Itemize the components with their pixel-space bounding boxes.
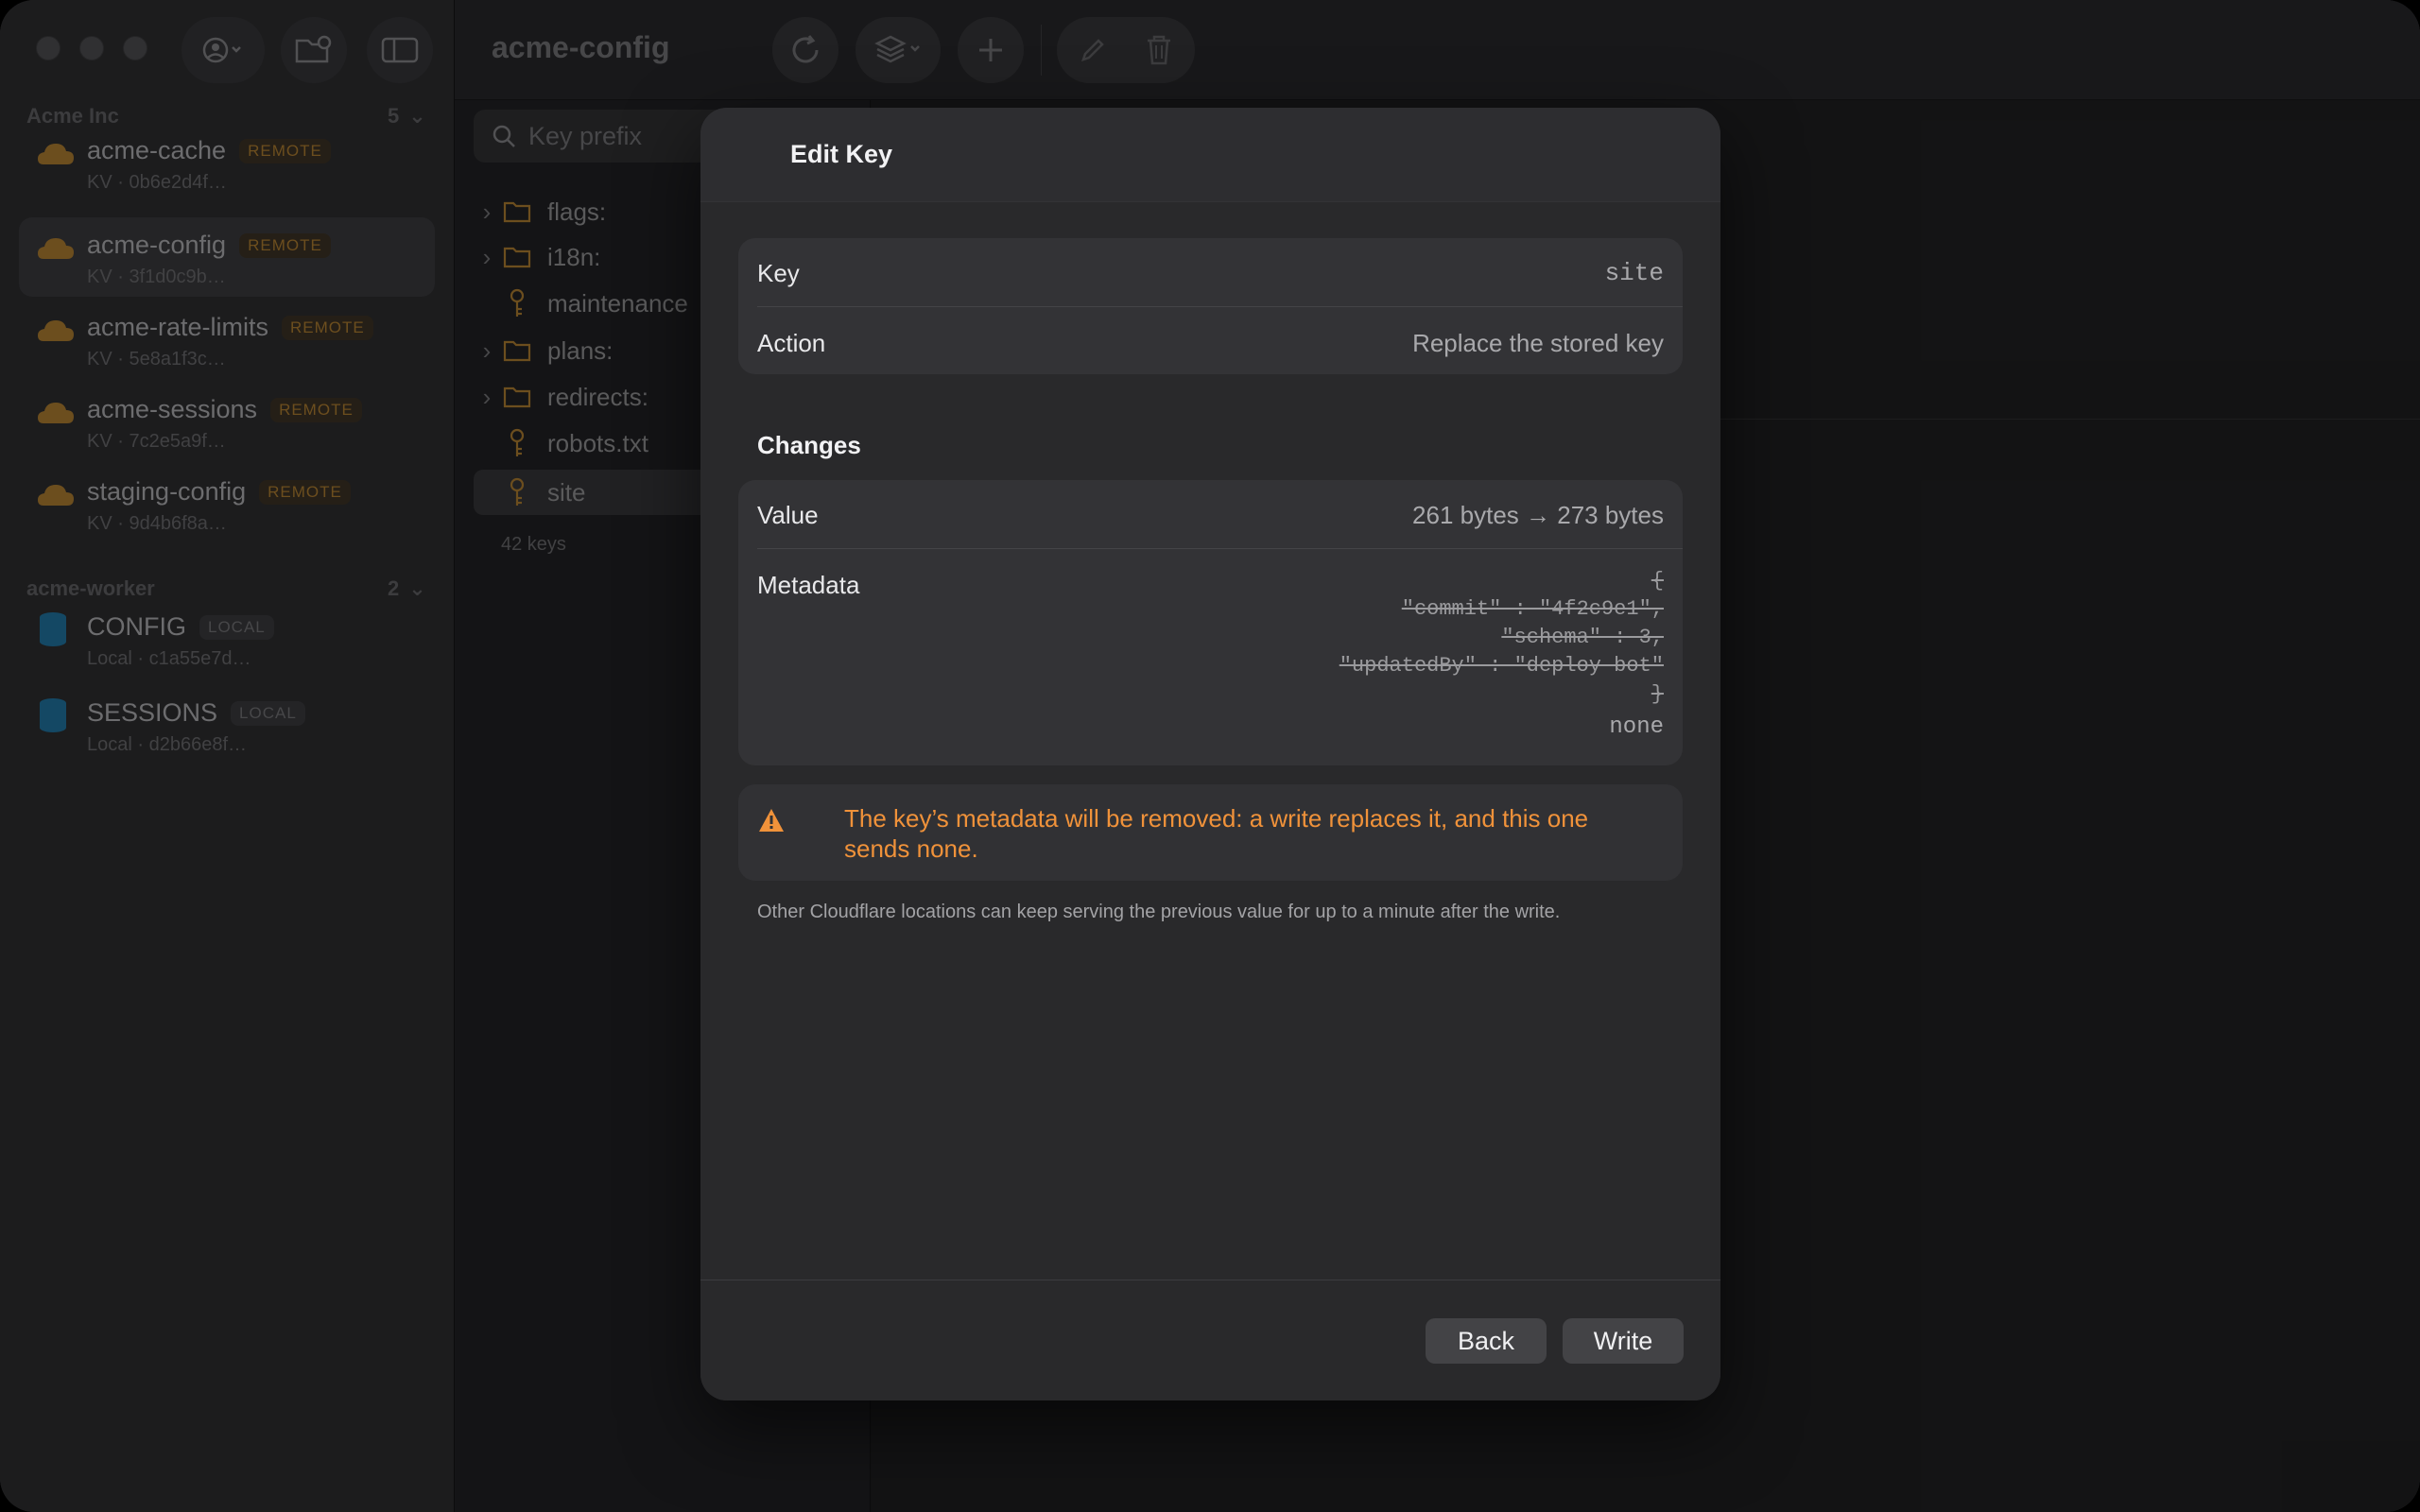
edit-key-dialog: Edit Key Key site Action Replace the sto… [700, 108, 1720, 1400]
key-action-card: Key site Action Replace the stored key [738, 238, 1683, 374]
footnote: Other Cloudflare locations can keep serv… [757, 902, 1561, 922]
action-label: Action [757, 329, 826, 357]
key-label: Key [757, 259, 800, 287]
metadata-line: } [1651, 682, 1664, 706]
value-change: 261 bytes → 273 bytes [1412, 501, 1664, 529]
metadata-line: "updatedBy" : "deploy-bot" [1339, 654, 1664, 678]
back-button[interactable]: Back [1426, 1318, 1547, 1364]
write-button[interactable]: Write [1563, 1318, 1684, 1364]
dialog-title: Edit Key [790, 140, 893, 168]
metadata-new-value: none [1609, 714, 1664, 740]
changes-card: Value 261 bytes → 273 bytes Metadata { "c… [738, 480, 1683, 765]
changes-title: Changes [757, 431, 861, 459]
metadata-line: "commit" : "4f2c9e1", [1401, 597, 1664, 621]
metadata-line: "schema" : 3, [1501, 626, 1664, 649]
action-value: Replace the stored key [1412, 329, 1664, 357]
dialog-footer: Back Write [700, 1280, 1720, 1400]
metadata-old-value: { "commit" : "4f2c9e1", "schema" : 3, "upda… [1340, 567, 1664, 709]
metadata-label: Metadata [757, 571, 860, 599]
warning-banner: The key’s metadata will be removed: a wr… [738, 784, 1683, 881]
app-window: Acme Inc 5 ⌄ acme-cache REMOTE KV · 0b6e2… [0, 0, 2420, 1512]
warning-icon [759, 809, 784, 832]
value-label: Value [757, 501, 819, 529]
dialog-header: Edit Key [700, 108, 1720, 202]
key-value: site [1604, 259, 1664, 287]
warning-text: The key’s metadata will be removed: a wr… [844, 804, 1589, 863]
metadata-line: { [1651, 569, 1664, 593]
